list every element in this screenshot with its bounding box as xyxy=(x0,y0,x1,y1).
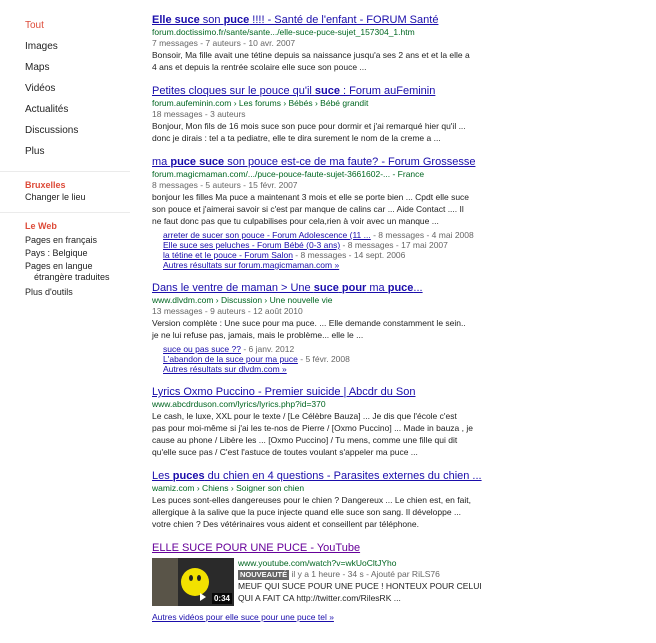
video-info: www.youtube.com/watch?v=wkUoCltJYho NOUV… xyxy=(238,558,482,606)
result-snippet: Bonjour, Mon fils de 16 mois suce son pu… xyxy=(152,121,466,143)
sitelink[interactable]: la tétine et le pouce - Forum Salon xyxy=(163,250,293,260)
result-snippet: bonjour les filles Ma puce a maintenant … xyxy=(152,192,470,226)
nav-plus[interactable]: Plus xyxy=(25,146,140,167)
result-url: forum.aufeminin.com › Les forums › Bébés… xyxy=(152,98,369,108)
result-snippet: Bonsoir, Ma fille avait une tétine depui… xyxy=(152,50,470,72)
nav-actualites[interactable]: Actualités xyxy=(25,104,140,125)
nav-discussions[interactable]: Discussions xyxy=(25,125,140,146)
result-meta: 7 messages - 7 auteurs - 10 avr. 2007 xyxy=(152,38,296,48)
result-meta: 8 messages - 5 auteurs - 15 févr. 2007 xyxy=(152,180,298,190)
result-title-link[interactable]: Petites cloques sur le pouce qu'il suce … xyxy=(152,85,492,98)
sitelink-row: suce ou pas suce ?? - 6 janv. 2012 xyxy=(163,344,295,354)
sitelink-row: la tétine et le pouce - Forum Salon - 8 … xyxy=(163,250,406,260)
sitelink[interactable]: suce ou pas suce ?? xyxy=(163,344,241,354)
sitelink[interactable]: Elle suce ses peluches - Forum Bébé (0-3… xyxy=(163,240,340,250)
result-snippet: Le cash, le luxe, XXL pour le texte / [L… xyxy=(152,411,473,457)
thumb-shade xyxy=(152,558,178,606)
result-url: forum.doctissimo.fr/sante/sante.../elle-… xyxy=(152,27,415,37)
sitelink-row: L'abandon de la suce pour ma puce - 5 fé… xyxy=(163,354,350,364)
web-title[interactable]: Le Web xyxy=(25,221,140,231)
video-result: ELLE SUCE POUR UNE PUCE - YouTube 0:34 w… xyxy=(152,542,492,623)
new-badge: NOUVEAUTÉ xyxy=(238,570,290,580)
divider xyxy=(0,171,130,172)
nav-videos[interactable]: Vidéos xyxy=(25,83,140,104)
tool-plus-outils[interactable]: Plus d'outils xyxy=(25,287,140,298)
smiley-icon xyxy=(181,568,209,596)
sitelink-row: Elle suce ses peluches - Forum Bébé (0-3… xyxy=(163,240,448,250)
play-icon xyxy=(200,593,206,601)
sitelink[interactable]: arreter de sucer son pouce - Forum Adole… xyxy=(163,230,371,240)
search-result: ma puce suce son pouce est-ce de ma faut… xyxy=(152,156,492,271)
more-results-link[interactable]: Autres résultats sur dlvdm.com » xyxy=(163,364,287,375)
result-title-link[interactable]: Les puces du chien en 4 questions - Para… xyxy=(152,470,492,483)
sitelinks: suce ou pas suce ?? - 6 janv. 2012 L'aba… xyxy=(163,344,492,375)
result-url: forum.magicmaman.com/.../puce-pouce-faut… xyxy=(152,169,425,179)
video-desc: MEUF QUI SUCE POUR UNE PUCE ! HONTEUX PO… xyxy=(238,581,482,603)
tool-pages-traduites-line1: Pages en langue xyxy=(25,261,93,271)
tool-pages-traduites[interactable]: Pages en langue étrangère traduites xyxy=(25,261,140,283)
nav-images[interactable]: Images xyxy=(25,41,140,62)
video-meta: NOUVEAUTÉ il y a 1 heure - 34 s - Ajouté… xyxy=(238,569,440,580)
video-url: www.youtube.com/watch?v=wkUoCltJYho xyxy=(238,558,397,568)
result-snippet: Les puces sont-elles dangereuses pour le… xyxy=(152,495,471,529)
more-results-link[interactable]: Autres résultats sur forum.magicmaman.co… xyxy=(163,260,339,271)
divider xyxy=(0,212,130,213)
eye xyxy=(197,575,201,581)
result-url: www.abcdrduson.com/lyrics/lyrics.php?id=… xyxy=(152,399,326,409)
tool-pays[interactable]: Pays : Belgique xyxy=(25,248,140,259)
more-videos-link[interactable]: Autres vidéos pour elle suce pour une pu… xyxy=(152,612,334,623)
sitelink[interactable]: L'abandon de la suce pour ma puce xyxy=(163,354,298,364)
search-result: Lyrics Oxmo Puccino - Premier suicide | … xyxy=(152,386,492,458)
result-title-link[interactable]: Lyrics Oxmo Puccino - Premier suicide | … xyxy=(152,386,492,399)
eye xyxy=(189,575,193,581)
result-meta: 18 messages - 3 auteurs xyxy=(152,109,246,119)
tool-pages-fr[interactable]: Pages en français xyxy=(25,235,140,246)
location-title: Bruxelles xyxy=(25,180,66,190)
results-list: Elle suce son puce !!!! - Santé de l'enf… xyxy=(152,14,492,623)
video-duration: 0:34 xyxy=(211,593,232,604)
sitelinks: arreter de sucer son pouce - Forum Adole… xyxy=(163,230,492,271)
video-thumbnail[interactable]: 0:34 xyxy=(152,558,234,606)
search-result: Petites cloques sur le pouce qu'il suce … xyxy=(152,85,492,144)
result-title-link[interactable]: Dans le ventre de maman > Une suce pour … xyxy=(152,282,492,295)
result-title-link[interactable]: ma puce suce son pouce est-ce de ma faut… xyxy=(152,156,492,169)
nav-tout[interactable]: Tout xyxy=(25,20,140,41)
video-title-link[interactable]: ELLE SUCE POUR UNE PUCE - YouTube xyxy=(152,542,492,555)
nav-maps[interactable]: Maps xyxy=(25,62,140,83)
left-nav: Tout Images Maps Vidéos Actualités Discu… xyxy=(0,20,140,300)
change-location-link[interactable]: Changer le lieu xyxy=(25,192,140,202)
result-url: www.dlvdm.com › Discussion › Une nouvell… xyxy=(152,295,333,305)
result-snippet: Version complète : Une suce pour ma puce… xyxy=(152,318,466,340)
search-result: Dans le ventre de maman > Une suce pour … xyxy=(152,282,492,375)
tool-pages-traduites-line2: étrangère traduites xyxy=(34,272,110,282)
sitelink-row: arreter de sucer son pouce - Forum Adole… xyxy=(163,230,474,240)
result-meta: 13 messages - 9 auteurs - 12 août 2010 xyxy=(152,306,303,316)
result-title-link[interactable]: Elle suce son puce !!!! - Santé de l'enf… xyxy=(152,14,492,27)
search-result: Elle suce son puce !!!! - Santé de l'enf… xyxy=(152,14,492,73)
search-result: Les puces du chien en 4 questions - Para… xyxy=(152,470,492,530)
result-url: wamiz.com › Chiens › Soigner son chien xyxy=(152,483,305,493)
video-row: 0:34 www.youtube.com/watch?v=wkUoCltJYho… xyxy=(152,558,492,606)
